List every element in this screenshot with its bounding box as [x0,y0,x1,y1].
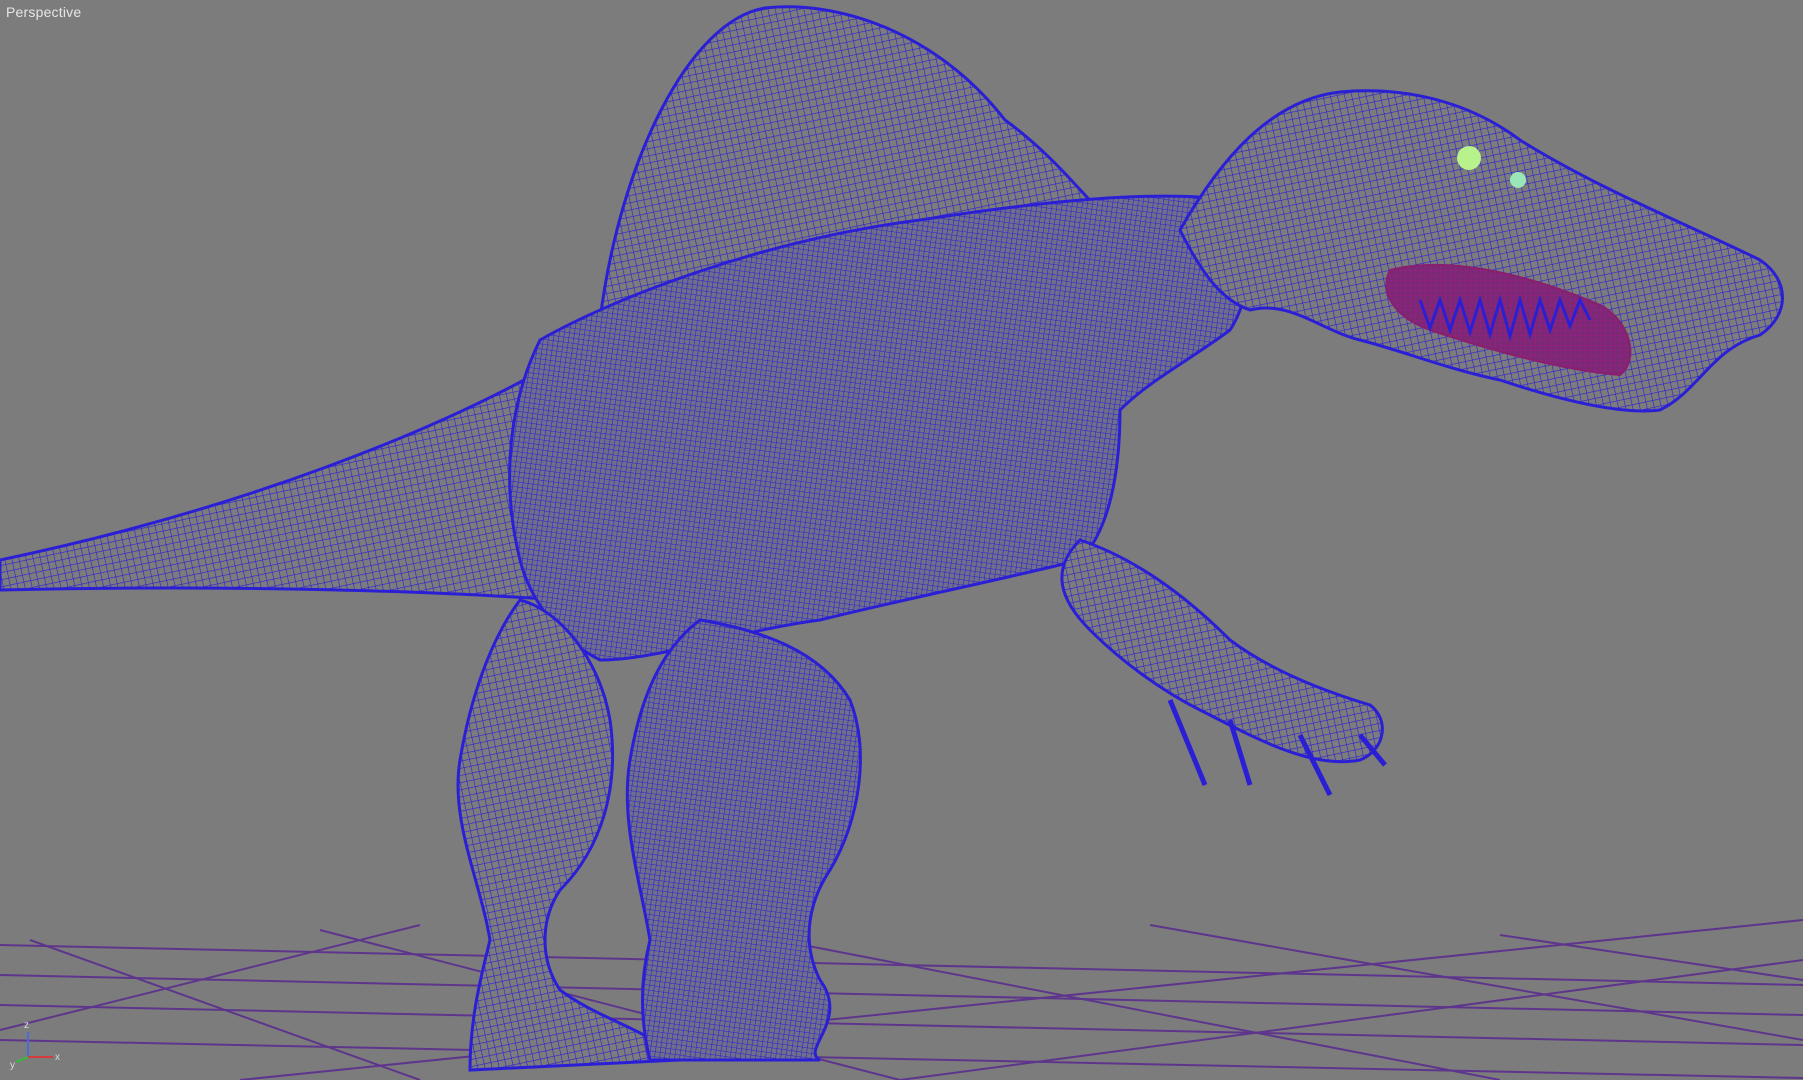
arm[interactable] [1060,538,1384,764]
eye-right[interactable] [1510,172,1526,188]
x-axis-label: x [55,1052,60,1063]
z-axis-label: z [24,1020,29,1031]
eye-left[interactable] [1457,146,1481,170]
y-axis-label: y [10,1060,15,1071]
tail[interactable] [0,357,562,602]
axis-tripod: z x y [10,1020,60,1071]
perspective-viewport[interactable]: Perspective z x y [0,0,1803,1080]
front-leg[interactable] [625,618,862,1062]
scene-canvas[interactable] [0,0,1803,1080]
head[interactable] [1178,89,1784,413]
dinosaur-wireframe[interactable] [0,5,1784,1072]
y-axis [15,1056,29,1063]
ground-grid [0,919,1803,1080]
